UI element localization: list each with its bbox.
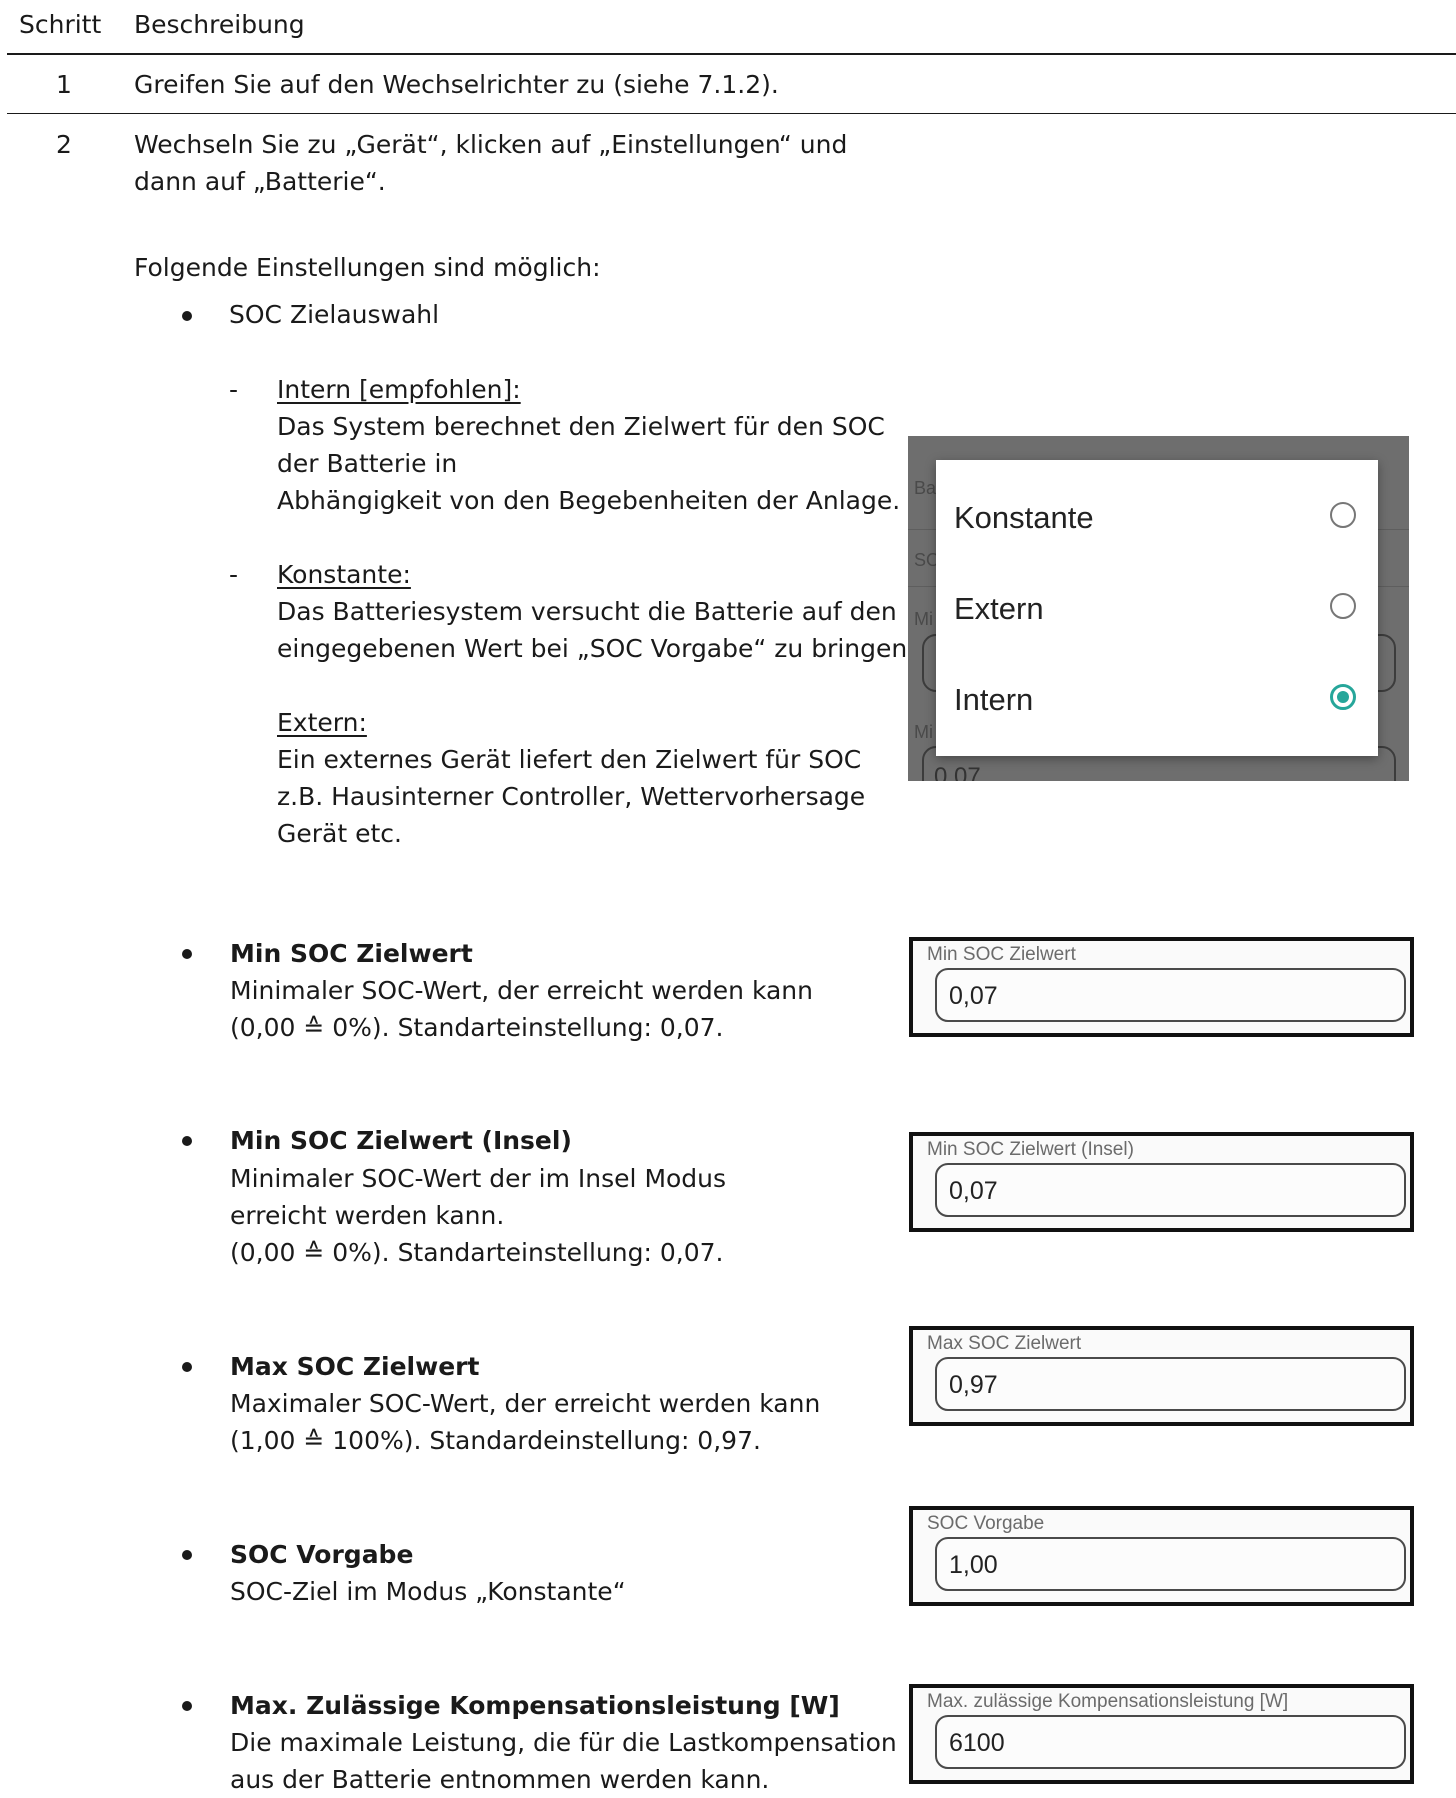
option-label-extern: Extern:: [277, 708, 367, 737]
intro-text: Folgende Einstellungen sind möglich:: [134, 253, 601, 282]
min-soc-island-field-screenshot: Min SOC Zielwert (Insel) 0,07: [909, 1132, 1414, 1232]
bullet: [182, 1550, 192, 1560]
dash: -: [229, 560, 239, 589]
ghost-label: Mi: [914, 609, 933, 629]
ghost-label: Ba: [914, 478, 937, 498]
setting-title: Min SOC Zielwert: [230, 939, 473, 968]
setting-title: SOC Vorgabe: [230, 1540, 414, 1569]
header-rule: [7, 53, 1456, 55]
soc-target-input[interactable]: 1,00: [935, 1537, 1406, 1591]
dialog-option-konstante[interactable]: Konstante: [954, 500, 1094, 536]
setting-desc-line: Maximaler SOC-Wert, der erreicht werden …: [230, 1389, 821, 1418]
dialog-option-intern[interactable]: Intern: [954, 682, 1033, 718]
compensation-power-input[interactable]: 6100: [935, 1715, 1406, 1769]
option-desc-line: Gerät etc.: [277, 819, 402, 848]
setting-desc-line: (0,00 ≙ 0%). Standarteinstellung: 0,07.: [230, 1013, 724, 1042]
step-number: 2: [56, 130, 72, 159]
option-desc-line: Ein externes Gerät liefert den Zielwert …: [277, 745, 862, 774]
bullet: [182, 1136, 192, 1146]
compensation-power-field-screenshot: Max. zulässige Kompensationsleistung [W]…: [909, 1684, 1414, 1784]
radio-konstante[interactable]: [1330, 502, 1356, 528]
option-desc-line: der Batterie in: [277, 449, 458, 478]
dash: -: [229, 375, 239, 404]
field-value: 0,07: [949, 982, 998, 1010]
bullet: [182, 1701, 192, 1711]
bullet: [182, 311, 192, 321]
column-header-description: Beschreibung: [134, 10, 305, 39]
bullet: [182, 1362, 192, 1372]
setting-desc-line: aus der Batterie entnommen werden kann.: [230, 1765, 770, 1794]
ghost-value: 0.07: [934, 763, 981, 781]
radio-extern[interactable]: [1330, 593, 1356, 619]
step-text-line: Wechseln Sie zu „Gerät“, klicken auf „Ei…: [134, 130, 848, 159]
dialog-option-extern[interactable]: Extern: [954, 591, 1044, 627]
field-label: SOC Vorgabe: [927, 1513, 1045, 1534]
field-value: 6100: [949, 1729, 1005, 1757]
option-desc-line: Abhängigkeit von den Begebenheiten der A…: [277, 486, 901, 515]
radio-intern-selected[interactable]: [1330, 684, 1356, 710]
min-soc-field-screenshot: Min SOC Zielwert 0,07: [909, 937, 1414, 1037]
option-desc-line: z.B. Hausinterner Controller, Wettervorh…: [277, 782, 866, 811]
column-header-step: Schritt: [19, 10, 102, 39]
field-value: 1,00: [949, 1551, 998, 1579]
step-number: 1: [56, 70, 72, 99]
option-desc-line: Das Batteriesystem versucht die Batterie…: [277, 597, 897, 626]
setting-desc-line: Minimaler SOC-Wert der im Insel Modus: [230, 1164, 727, 1193]
field-label: Min SOC Zielwert: [927, 944, 1076, 965]
setting-desc-line: SOC-Ziel im Modus „Konstante“: [230, 1577, 626, 1606]
setting-desc-line: Minimaler SOC-Wert, der erreicht werden …: [230, 976, 813, 1005]
min-soc-input[interactable]: 0,07: [935, 968, 1406, 1022]
setting-title: Max SOC Zielwert: [230, 1352, 480, 1381]
bullet: [182, 949, 192, 959]
field-value: 0,97: [949, 1371, 998, 1399]
option-desc-line: eingegebenen Wert bei „SOC Vorgabe“ zu b…: [277, 634, 916, 663]
step-text-line: dann auf „Batterie“.: [134, 167, 386, 196]
soc-target-field-screenshot: SOC Vorgabe 1,00: [909, 1506, 1414, 1606]
setting-desc-line: (1,00 ≙ 100%). Standardeinstellung: 0,97…: [230, 1426, 761, 1455]
option-label-konstante: Konstante:: [277, 560, 411, 589]
option-label-intern: Intern [empfohlen]:: [277, 375, 521, 404]
setting-desc-line: erreicht werden kann.: [230, 1201, 505, 1230]
min-soc-island-input[interactable]: 0,07: [935, 1163, 1406, 1217]
field-label: Max SOC Zielwert: [927, 1333, 1082, 1354]
setting-title: Min SOC Zielwert (Insel): [230, 1126, 572, 1155]
max-soc-field-screenshot: Max SOC Zielwert 0,97: [909, 1326, 1414, 1426]
field-label: Max. zulässige Kompensationsleistung [W]: [927, 1691, 1289, 1712]
step-text: Greifen Sie auf den Wechselrichter zu (s…: [134, 70, 779, 99]
field-label: Min SOC Zielwert (Insel): [927, 1139, 1134, 1160]
setting-desc-line: Die maximale Leistung, die für die Lastk…: [230, 1728, 897, 1757]
field-value: 0,07: [949, 1177, 998, 1205]
setting-title: Max. Zulässige Kompensationsleistung [W]: [230, 1691, 840, 1720]
setting-title: SOC Zielauswahl: [229, 300, 440, 329]
max-soc-input[interactable]: 0,97: [935, 1357, 1406, 1411]
row-rule: [7, 113, 1456, 114]
ghost-label: Mi: [914, 722, 933, 742]
setting-desc-line: (0,00 ≙ 0%). Standarteinstellung: 0,07.: [230, 1238, 724, 1267]
soc-target-selection-dialog: Konstante Extern Intern: [936, 460, 1378, 756]
option-desc-line: Das System berechnet den Zielwert für de…: [277, 412, 885, 441]
